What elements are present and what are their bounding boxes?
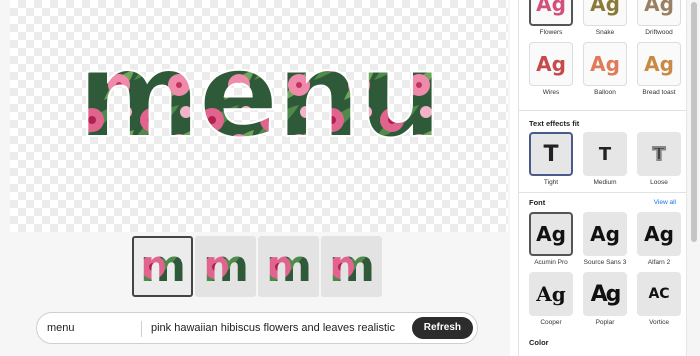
prompt-bar: menu pink hawaiian hibiscus flowers and … [36,312,478,344]
fit-preview: T [652,143,666,166]
style-presets: Ag Flowers Ag Snake Ag Driftwood Ag Wire… [529,0,681,96]
color-section-title: Color [529,338,549,347]
artwork-text: menu [78,40,441,145]
variation-glyph: m [140,247,186,287]
fit-preview: T [598,143,612,165]
font-label: Cooper [540,319,562,326]
style-flowers[interactable]: Ag Flowers [529,0,573,36]
style-label: Wires [542,89,560,96]
style-label: Bread toast [642,89,676,96]
variation-glyph: m [266,247,312,287]
font-label: Poplar [595,319,615,326]
fit-label: Medium [593,179,617,186]
style-bread-toast[interactable]: Ag Bread toast [637,42,681,96]
style-balloon[interactable]: Ag Balloon [583,42,627,96]
canvas-area: menu m m m m menu pink hawaiian hibiscus… [0,0,510,356]
text-input[interactable]: menu [47,322,75,334]
fit-medium[interactable]: T Medium [583,132,627,186]
font-poplar[interactable]: Ag Poplar [583,272,627,326]
prompt-divider [141,321,142,337]
style-preview: Ag [536,0,566,16]
variation-glyph: m [329,247,375,287]
fit-section-title: Text effects fit [529,119,580,128]
font-preview: Ag [536,222,566,246]
fit-options: T Tight T Medium T Loose [529,132,681,186]
generated-text-artwork[interactable]: menu [14,40,504,145]
font-preview: Ag [536,282,566,306]
font-cooper[interactable]: Ag Cooper [529,272,573,326]
style-preview: Ag [590,52,620,76]
font-preview: Ag [590,281,622,307]
font-label: Alfarn 2 [647,259,671,266]
divider [519,192,687,193]
fit-loose[interactable]: T Loose [637,132,681,186]
variation-thumb-4[interactable]: m [321,236,382,297]
style-snake[interactable]: Ag Snake [583,0,627,36]
font-section-title: Font [529,198,546,207]
font-vortice[interactable]: AC Vortice [637,272,681,326]
view-all-link[interactable]: View all [654,199,676,206]
style-preview: Ag [644,52,674,76]
font-options: Ag Acumin Pro Ag Source Sans 3 Ag Alfarn… [529,212,681,326]
style-preview: Ag [536,52,566,76]
style-label: Balloon [594,89,616,96]
style-driftwood[interactable]: Ag Driftwood [637,0,681,36]
font-preview: AC [648,286,670,302]
style-label: Driftwood [645,29,673,36]
variation-thumb-1[interactable]: m [132,236,193,297]
fit-preview: T [543,141,559,167]
font-source-sans-3[interactable]: Ag Source Sans 3 [583,212,627,266]
variation-glyph: m [203,247,249,287]
refresh-button[interactable]: Refresh [411,317,473,339]
effects-panel: Ag Flowers Ag Snake Ag Driftwood Ag Wire… [518,0,687,356]
font-alfarn-2[interactable]: Ag Alfarn 2 [637,212,681,266]
prompt-input[interactable]: pink hawaiian hibiscus flowers and leave… [151,322,395,334]
font-acumin-pro[interactable]: Ag Acumin Pro [529,212,573,266]
style-label: Flowers [539,29,563,36]
font-preview: Ag [590,222,620,246]
style-preview: Ag [644,0,674,16]
font-label: Source Sans 3 [583,259,627,266]
fit-label: Loose [650,179,668,186]
fit-label: Tight [543,179,559,186]
divider [519,110,687,111]
variation-thumbnails: m m m m [132,236,382,297]
panel-scrollbar[interactable] [686,0,700,356]
font-label: Acumin Pro [534,259,568,266]
variation-thumb-2[interactable]: m [195,236,256,297]
style-wires[interactable]: Ag Wires [529,42,573,96]
scroll-thumb[interactable] [691,2,697,242]
style-label: Snake [595,29,615,36]
font-preview: Ag [644,222,674,246]
font-label: Vortice [649,319,669,326]
fit-tight[interactable]: T Tight [529,132,573,186]
style-preview: Ag [590,0,620,16]
variation-thumb-3[interactable]: m [258,236,319,297]
